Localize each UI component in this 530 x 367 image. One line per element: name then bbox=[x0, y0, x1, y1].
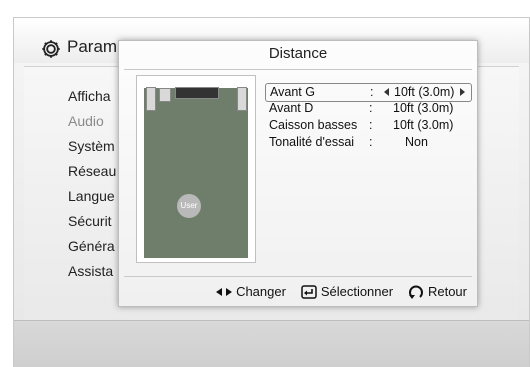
gear-icon bbox=[42, 40, 60, 58]
select-label[interactable]: Sélectionner bbox=[321, 284, 393, 299]
row-label: Avant D bbox=[269, 101, 314, 115]
footer-divider bbox=[124, 276, 472, 277]
row-label: Caisson basses bbox=[269, 118, 358, 132]
setting-row-caisson-basses[interactable]: Caisson basses : 10ft (3.0m) bbox=[265, 117, 470, 134]
bottom-band bbox=[14, 320, 529, 367]
user-badge: User bbox=[177, 194, 201, 218]
right-arrow-icon[interactable] bbox=[460, 88, 465, 96]
menu-item-reseau[interactable]: Réseau bbox=[68, 163, 116, 179]
menu-item-affichage[interactable]: Afficha bbox=[68, 88, 111, 104]
menu-item-systeme[interactable]: Systèm bbox=[68, 138, 115, 154]
dialog-footer: Changer Sélectionner Retour bbox=[216, 283, 467, 299]
left-right-arrows-icon bbox=[216, 287, 233, 296]
center-speaker bbox=[175, 87, 219, 99]
row-label: Tonalité d'essai bbox=[269, 135, 355, 149]
back-label[interactable]: Retour bbox=[428, 284, 467, 299]
change-label[interactable]: Changer bbox=[236, 284, 286, 299]
subwoofer-speaker bbox=[159, 88, 171, 102]
room-floor bbox=[144, 88, 248, 258]
distance-dialog: Distance User Avant G : 10ft (3.0m) Avan… bbox=[118, 40, 478, 307]
menu-item-securite[interactable]: Sécurit bbox=[68, 213, 112, 229]
row-colon: : bbox=[369, 101, 373, 115]
row-colon: : bbox=[369, 118, 373, 132]
left-arrow-icon[interactable] bbox=[384, 88, 389, 96]
menu-item-langue[interactable]: Langue bbox=[68, 188, 115, 204]
row-label: Avant G bbox=[270, 85, 315, 99]
row-value: 10ft (3.0m) bbox=[393, 101, 454, 115]
row-colon: : bbox=[370, 85, 374, 99]
settings-title: Param bbox=[67, 37, 118, 56]
menu-item-audio[interactable]: Audio bbox=[68, 113, 104, 129]
setting-row-avant-d[interactable]: Avant D : 10ft (3.0m) bbox=[265, 100, 470, 117]
menu-item-assistance[interactable]: Assista bbox=[68, 263, 113, 279]
row-value: 10ft (3.0m) bbox=[393, 118, 454, 132]
dialog-divider bbox=[124, 69, 472, 70]
setting-row-tonalite-essai[interactable]: Tonalité d'essai : Non bbox=[265, 134, 470, 151]
row-colon: : bbox=[369, 135, 373, 149]
front-right-speaker bbox=[237, 87, 247, 111]
front-left-speaker bbox=[146, 87, 156, 111]
return-icon bbox=[409, 285, 424, 299]
dialog-title: Distance bbox=[268, 45, 328, 62]
menu-item-general[interactable]: Généra bbox=[68, 238, 115, 254]
row-value: 10ft (3.0m) bbox=[394, 85, 455, 99]
row-value: Non bbox=[405, 135, 428, 149]
enter-icon bbox=[301, 284, 317, 299]
speaker-diagram: User bbox=[136, 75, 256, 263]
